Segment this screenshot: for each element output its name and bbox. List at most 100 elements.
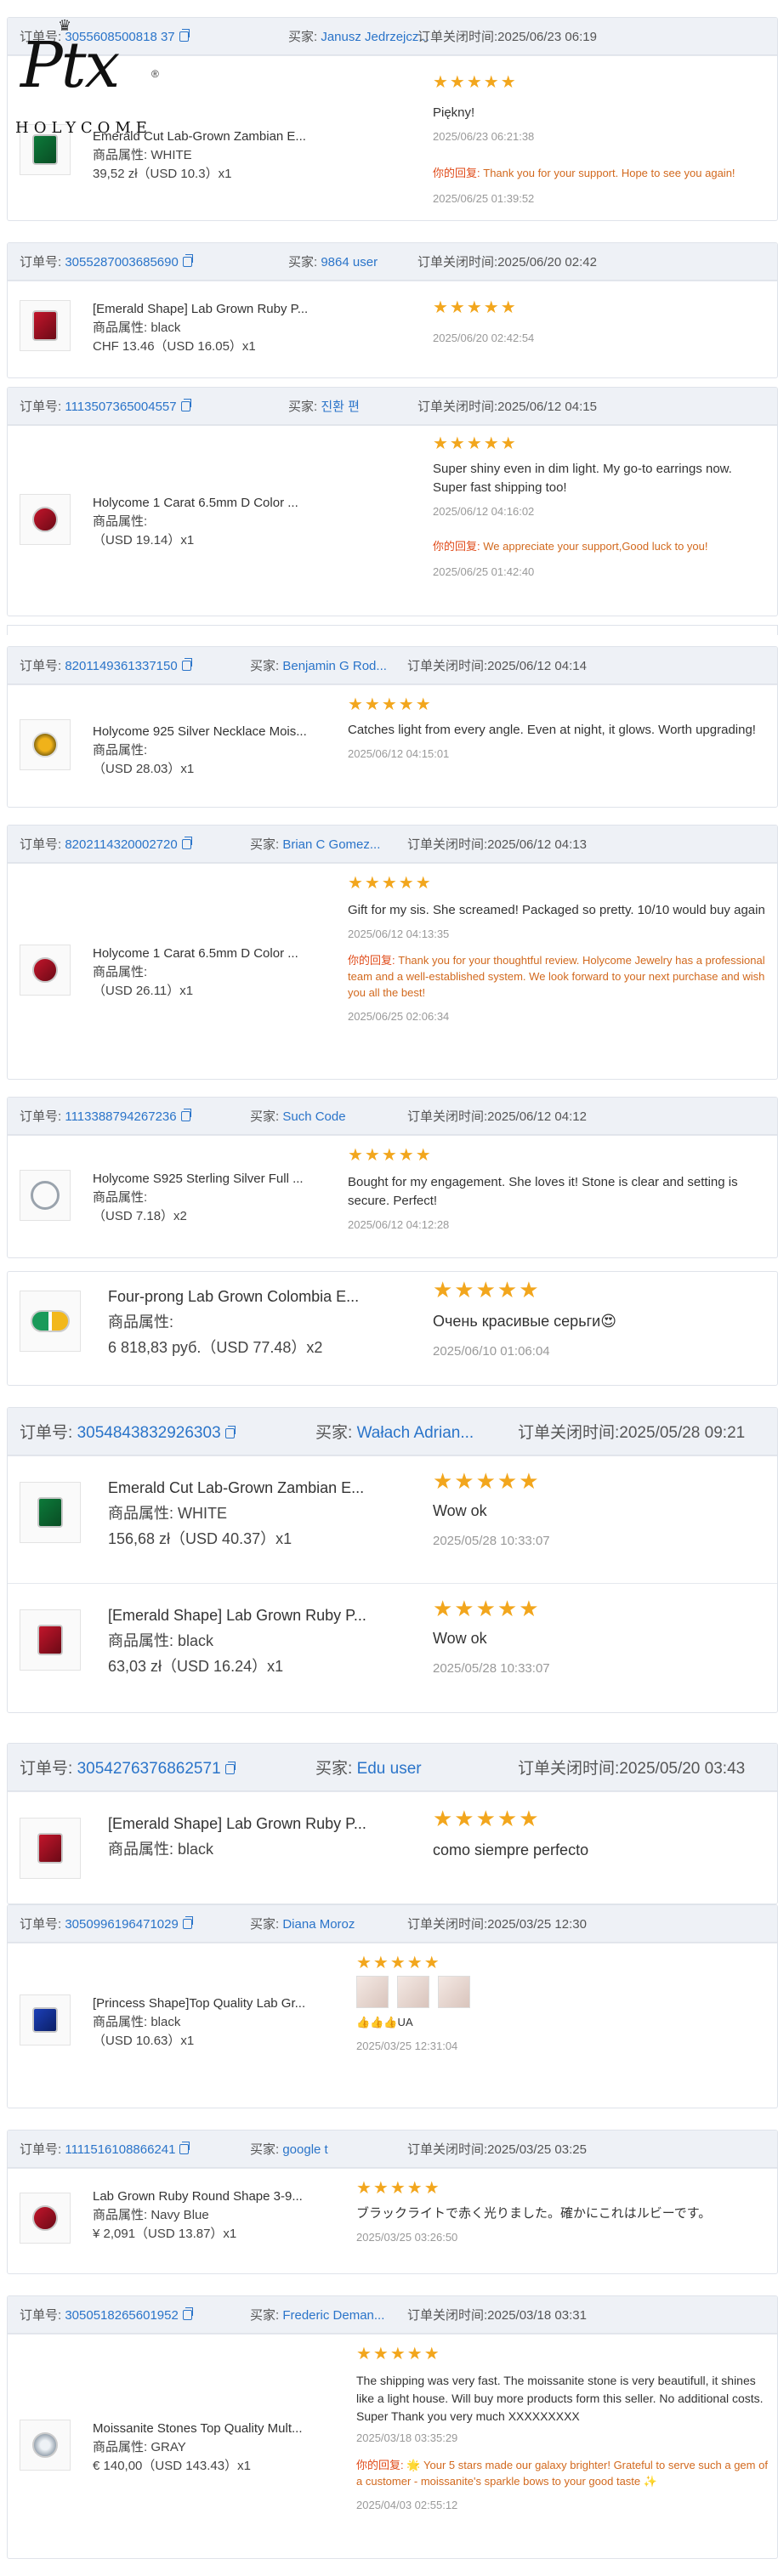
- product-title[interactable]: [Emerald Shape] Lab Grown Ruby P...: [108, 1811, 389, 1836]
- product-title[interactable]: [Princess Shape]Top Quality Lab Gr...: [93, 1994, 373, 2013]
- product-thumbnail[interactable]: [20, 1994, 71, 2045]
- review-photo[interactable]: [356, 1976, 389, 2008]
- seller-reply: We appreciate your support,Good luck to …: [483, 540, 708, 553]
- emerald-image: [32, 134, 58, 165]
- review-photo[interactable]: [438, 1976, 470, 2008]
- product-thumbnail[interactable]: [20, 1482, 81, 1543]
- order-header: 订单号: 3054276376862571 买家: Edu user 订单关闭时…: [8, 1744, 777, 1791]
- copy-icon[interactable]: [181, 658, 192, 671]
- sapphire-image: [32, 2007, 58, 2033]
- review-time: 2025/05/28 10:33:07: [433, 1534, 550, 1548]
- buyer-link[interactable]: 진환 편: [321, 400, 360, 414]
- order-header: 订单号: 3055287003685690 买家: 9864 user 订单关闭…: [8, 243, 777, 281]
- copy-icon[interactable]: [182, 2307, 193, 2320]
- product-title[interactable]: Emerald Cut Lab-Grown Zambian E...: [108, 1475, 389, 1501]
- product-price: （USD 10.63）x1: [93, 2034, 195, 2048]
- product-title[interactable]: Holycome S925 Sterling Silver Full ...: [93, 1170, 373, 1189]
- order-number-link[interactable]: 3050518265601952: [65, 2308, 178, 2323]
- copy-icon[interactable]: [179, 2142, 190, 2154]
- buyer-link[interactable]: Benjamin G Rod...: [282, 659, 387, 673]
- rating-stars: ★★★★★: [348, 695, 433, 714]
- order-card: 订单号: 3050996196471029 买家: Diana Moroz 订单…: [7, 1904, 778, 2108]
- product-thumbnail[interactable]: [20, 719, 71, 770]
- copy-icon[interactable]: [181, 837, 192, 849]
- seller-reply: Thank you for your support. Hope to see …: [483, 167, 735, 179]
- ruby-image: [32, 2205, 58, 2231]
- closed-time: 2025/06/12 04:13: [487, 837, 587, 852]
- buyer-link[interactable]: 9864 user: [321, 255, 378, 270]
- closed-time: 2025/05/20 03:43: [619, 1760, 746, 1778]
- buyer-link[interactable]: Edu user: [357, 1760, 422, 1778]
- buyer-link[interactable]: Brian C Gomez...: [282, 837, 380, 852]
- product-thumbnail[interactable]: [20, 1818, 81, 1879]
- order-item: [Princess Shape]Top Quality Lab Gr... 商品…: [8, 1943, 777, 2108]
- rating-stars: ★★★★★: [433, 434, 518, 453]
- rating-stars: ★★★★★: [433, 1596, 541, 1621]
- order-number-link[interactable]: 3054276376862571: [77, 1760, 221, 1778]
- product-attr: GRAY: [150, 2440, 186, 2454]
- holycome-logo: ♛ Ptx ® HOLYCOME: [15, 17, 164, 137]
- order-number-link[interactable]: 3050996196471029: [65, 1917, 178, 1932]
- rating-stars: ★★★★★: [433, 1277, 541, 1302]
- buyer-link[interactable]: Frederic Deman...: [282, 2308, 384, 2323]
- review-text: Wow ok: [433, 1502, 487, 1519]
- buyer-link[interactable]: google t: [282, 2142, 327, 2157]
- product-title[interactable]: Holycome 925 Silver Necklace Mois...: [93, 723, 373, 741]
- order-item: Four-prong Lab Grown Colombia E... 商品属性:…: [8, 1272, 777, 1385]
- order-number-link[interactable]: 3055287003685690: [65, 255, 178, 270]
- product-thumbnail[interactable]: [20, 494, 71, 545]
- product-title[interactable]: Moissanite Stones Top Quality Mult...: [93, 2420, 373, 2438]
- product-thumbnail[interactable]: [20, 1170, 71, 1221]
- copy-icon[interactable]: [224, 1426, 236, 1438]
- copy-icon[interactable]: [180, 1109, 191, 1121]
- logo-brand: HOLYCOME: [15, 119, 152, 137]
- review-text: ブラックライトで赤く光りました。確かにこれはルビーです。: [356, 2206, 712, 2221]
- order-number-link[interactable]: 1113507365004557: [65, 400, 176, 414]
- review-photo[interactable]: [397, 1976, 429, 2008]
- ring-image: [31, 1181, 60, 1210]
- product-thumbnail[interactable]: [20, 2420, 71, 2471]
- product-title[interactable]: Holycome 1 Carat 6.5mm D Color ...: [93, 945, 373, 963]
- product-thumbnail[interactable]: [20, 300, 71, 351]
- product-thumbnail[interactable]: [20, 945, 71, 996]
- buyer-link[interactable]: Such Code: [282, 1109, 345, 1124]
- review-time: 2025/06/12 04:15:01: [348, 747, 450, 760]
- order-card: 订单号: 3054843832926303 买家: Wałach Adrian.…: [7, 1407, 778, 1713]
- product-title[interactable]: Lab Grown Ruby Round Shape 3-9...: [93, 2187, 373, 2206]
- order-number-link[interactable]: 3054843832926303: [77, 1424, 221, 1442]
- ruby-image: [37, 1833, 63, 1864]
- copy-icon[interactable]: [180, 399, 191, 411]
- emerald-image: [37, 1497, 63, 1528]
- product-price: （USD 28.03）x1: [93, 762, 195, 776]
- review-time: 2025/05/28 10:33:07: [433, 1661, 550, 1676]
- product-title[interactable]: Holycome 1 Carat 6.5mm D Color ...: [93, 494, 373, 513]
- order-number-link[interactable]: 1113388794267236: [65, 1109, 176, 1124]
- copy-icon[interactable]: [179, 29, 190, 42]
- product-price: 6 818,83 руб.（USD 77.48）x2: [108, 1339, 323, 1356]
- earring-pair-image: [31, 1310, 70, 1332]
- order-item: Lab Grown Ruby Round Shape 3-9... 商品属性: …: [8, 2168, 777, 2273]
- copy-icon[interactable]: [224, 1762, 236, 1774]
- order-number-link[interactable]: 8201149361337150: [65, 659, 177, 673]
- rating-stars: ★★★★★: [348, 874, 433, 893]
- buyer-link[interactable]: Diana Moroz: [282, 1917, 355, 1932]
- copy-icon[interactable]: [182, 254, 193, 267]
- divider: [7, 625, 778, 635]
- buyer-link[interactable]: Janusz Jedrzejcz...: [321, 30, 429, 44]
- product-attr: black: [150, 321, 181, 335]
- product-thumbnail[interactable]: [20, 1609, 81, 1671]
- product-thumbnail[interactable]: [20, 2193, 71, 2244]
- product-thumbnail[interactable]: [20, 1291, 81, 1352]
- order-item: Holycome 1 Carat 6.5mm D Color ... 商品属性:…: [8, 425, 777, 616]
- order-card: 订单号: 1113388794267236 买家: Such Code 订单关闭…: [7, 1097, 778, 1258]
- reply-time: 2025/06/25 01:39:52: [433, 192, 535, 205]
- order-number-link[interactable]: 1111516108866241: [65, 2142, 175, 2157]
- order-number-link[interactable]: 8202114320002720: [65, 837, 177, 852]
- product-title[interactable]: [Emerald Shape] Lab Grown Ruby P...: [108, 1603, 389, 1628]
- product-title[interactable]: [Emerald Shape] Lab Grown Ruby P...: [93, 300, 373, 319]
- copy-icon[interactable]: [182, 1916, 193, 1929]
- order-header: 订单号: 8202114320002720 买家: Brian C Gomez.…: [8, 826, 777, 863]
- buyer-link[interactable]: Wałach Adrian...: [357, 1424, 474, 1442]
- product-title[interactable]: Four-prong Lab Grown Colombia E...: [108, 1284, 389, 1309]
- review-text: como siempre perfecto: [433, 1841, 589, 1858]
